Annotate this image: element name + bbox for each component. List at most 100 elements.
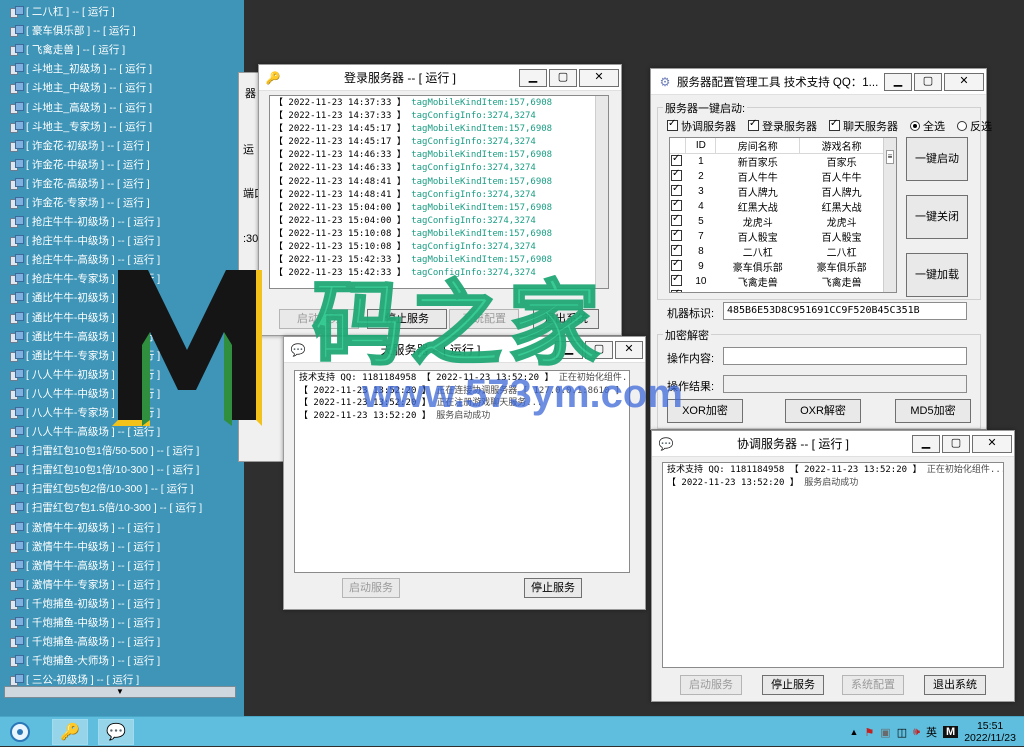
server-list-item[interactable]: [ 通比牛牛-专家场 ] -- [ 运行 ] <box>0 346 244 365</box>
ime-indicator[interactable]: 英 <box>926 724 937 740</box>
chat-server-titlebar[interactable]: 💬 天服务器 -- [ 运行 ] ▁ ▢ ✕ <box>284 337 645 363</box>
xor-encrypt-button[interactable]: XOR加密 <box>667 399 743 423</box>
close-button[interactable]: ✕ <box>579 68 619 87</box>
table-header[interactable]: ID <box>685 138 717 154</box>
start-service-button[interactable]: 启动服务 <box>680 675 742 695</box>
config-tool-titlebar[interactable]: ⚙ 服务器配置管理工具 技术支持 QQ：1... ▁ ▢ ✕ <box>651 69 986 95</box>
server-list-item[interactable]: [ 诈金花-中级场 ] -- [ 运行 ] <box>0 155 244 174</box>
coord-server-checkbox[interactable]: 协调服务器 <box>667 118 736 134</box>
maximize-button[interactable]: ▢ <box>549 68 577 87</box>
exit-system-button[interactable]: 退出系统 <box>533 309 599 329</box>
server-list-item[interactable]: [ 通比牛牛-中级场 ] -- [ 运行 ] <box>0 308 244 327</box>
start-service-button[interactable]: 启动服务 <box>279 309 359 329</box>
server-list-item[interactable]: [ 千炮捕鱼-高级场 ] -- [ 运行 ] <box>0 632 244 651</box>
row-checkbox[interactable] <box>670 273 686 289</box>
server-list-item[interactable]: [ 千炮捕鱼-初级场 ] -- [ 运行 ] <box>0 594 244 613</box>
server-list-item[interactable]: [ 斗地主_初级场 ] -- [ 运行 ] <box>0 59 244 78</box>
table-row[interactable]: 2 百人牛牛 百人牛牛 <box>670 168 884 184</box>
server-list-item[interactable]: [ 激情牛牛-初级场 ] -- [ 运行 ] <box>0 518 244 537</box>
server-list-item[interactable]: [ 通比牛牛-高级场 ] -- [ 运行 ] <box>0 327 244 346</box>
stop-service-button[interactable]: 停止服务 <box>762 675 824 695</box>
system-config-button[interactable]: 系统配置 <box>842 675 904 695</box>
server-list-item[interactable]: [ 八人牛牛-专家场 ] -- [ 运行 ] <box>0 403 244 422</box>
server-list-item[interactable]: [ 八人牛牛-初级场 ] -- [ 运行 ] <box>0 365 244 384</box>
server-list-item[interactable]: [ 扫雷红包7包1.5倍/10-300 ] -- [ 运行 ] <box>0 498 244 517</box>
server-list-item[interactable]: [ 扫雷红包10包1倍/50-500 ] -- [ 运行 ] <box>0 441 244 460</box>
server-list-item[interactable]: [ 抢庄牛牛-初级场 ] -- [ 运行 ] <box>0 212 244 231</box>
machine-id-field[interactable]: 485B6E53D8C951691CC9F520B45C351B <box>723 302 967 320</box>
row-checkbox[interactable] <box>670 213 686 229</box>
server-list-item[interactable]: [ 八人牛牛-高级场 ] -- [ 运行 ] <box>0 422 244 441</box>
table-header[interactable]: 游戏名称 <box>799 138 884 154</box>
table-row[interactable]: 7 百人骰宝 百人骰宝 <box>670 228 884 244</box>
tray-expand-button[interactable]: ▲ <box>850 727 859 737</box>
exit-system-button[interactable]: 退出系统 <box>924 675 986 695</box>
minimize-button[interactable]: ▁ <box>912 434 940 453</box>
server-list-item[interactable]: [ 斗地主_高级场 ] -- [ 运行 ] <box>0 97 244 116</box>
table-row[interactable]: 9 豪车俱乐部 豪车俱乐部 <box>670 258 884 274</box>
server-list-item[interactable]: [ 诈金花-初级场 ] -- [ 运行 ] <box>0 136 244 155</box>
taskbar-app-key[interactable]: 🔑 <box>52 719 88 745</box>
login-server-log[interactable]: 【 2022-11-23 14:37:33 】 tagMobileKindIte… <box>269 95 609 289</box>
server-list-item[interactable]: [ 扫雷红包10包1倍/10-300 ] -- [ 运行 ] <box>0 460 244 479</box>
chat-server-log[interactable]: 技术支持 QQ: 1181184958 【 2022-11-23 13:52:2… <box>294 370 630 573</box>
minimize-button[interactable]: ▁ <box>884 72 912 91</box>
server-list-item[interactable]: [ 诈金花-高级场 ] -- [ 运行 ] <box>0 174 244 193</box>
server-list-item[interactable]: [ 二八杠 ] -- [ 运行 ] <box>0 2 244 21</box>
table-header[interactable]: 房间名称 <box>715 138 801 154</box>
login-server-titlebar[interactable]: 🔑 登录服务器 -- [ 运行 ] ▁ ▢ ✕ <box>259 65 621 91</box>
table-row[interactable]: 10 飞禽走兽 飞禽走兽 <box>670 273 884 289</box>
folder-icon[interactable]: ▣ <box>880 726 890 739</box>
coord-server-log[interactable]: 技术支持 QQ: 1181184958 【 2022-11-23 13:52:2… <box>662 462 1004 668</box>
minimize-button[interactable]: ▁ <box>555 340 583 359</box>
row-checkbox[interactable] <box>670 288 686 292</box>
minimize-button[interactable]: ▁ <box>519 68 547 87</box>
server-list-item[interactable]: [ 飞禽走兽 ] -- [ 运行 ] <box>0 40 244 59</box>
scroll-thumb[interactable]: ≡ <box>886 150 894 164</box>
server-list-item[interactable]: [ 斗地主_专家场 ] -- [ 运行 ] <box>0 117 244 136</box>
close-all-button[interactable]: 一键关闭 <box>906 195 968 239</box>
server-list-item[interactable]: [ 激情牛牛-专家场 ] -- [ 运行 ] <box>0 575 244 594</box>
row-checkbox[interactable] <box>670 168 686 184</box>
maximize-button[interactable]: ▢ <box>585 340 613 359</box>
stop-service-button[interactable]: 停止服务 <box>524 578 582 598</box>
close-button[interactable]: ✕ <box>972 434 1012 453</box>
volume-icon[interactable]: 🕪 <box>913 726 920 739</box>
clock[interactable]: 15:51 2022/11/23 <box>964 720 1016 744</box>
server-list-item[interactable]: [ 激情牛牛-高级场 ] -- [ 运行 ] <box>0 556 244 575</box>
room-list-scrollbar[interactable]: ≡ <box>883 138 896 292</box>
network-icon[interactable]: ◫ <box>897 726 907 739</box>
flag-icon[interactable]: ⚑ <box>864 726 874 739</box>
table-row[interactable]: 1 新百家乐 百家乐 <box>670 153 884 170</box>
list-scroll-down-button[interactable]: ▼ <box>4 686 236 698</box>
invert-select-radio[interactable]: 反选 <box>957 118 992 134</box>
table-row[interactable]: 11斗地主_初级场斗地主 <box>670 288 884 292</box>
table-row[interactable]: 4 红黑大战 红黑大战 <box>670 198 884 214</box>
table-row[interactable]: 8 二八杠 二八杠 <box>670 243 884 259</box>
row-checkbox[interactable] <box>670 183 686 199</box>
select-all-radio[interactable]: 全选 <box>910 118 945 134</box>
stop-service-button[interactable]: 停止服务 <box>367 309 447 329</box>
server-list-item[interactable]: [ 激情牛牛-中级场 ] -- [ 运行 ] <box>0 537 244 556</box>
room-list-table[interactable]: ID房间名称游戏名称 1 新百家乐 百家乐 2 百人牛牛 百人牛牛 3 百人牌九 百人牌九 4 红黑… <box>670 138 884 292</box>
row-checkbox[interactable] <box>670 258 686 274</box>
chat-server-checkbox[interactable]: 聊天服务器 <box>829 118 898 134</box>
login-server-checkbox[interactable]: 登录服务器 <box>748 118 817 134</box>
server-list-item[interactable]: [ 抢庄牛牛-高级场 ] -- [ 运行 ] <box>0 250 244 269</box>
start-service-button[interactable]: 启动服务 <box>342 578 400 598</box>
m-app-icon[interactable]: M <box>943 726 959 738</box>
table-row[interactable]: 3 百人牌九 百人牌九 <box>670 183 884 199</box>
server-list-item[interactable]: [ 千炮捕鱼-大师场 ] -- [ 运行 ] <box>0 651 244 670</box>
row-checkbox[interactable] <box>670 228 686 244</box>
oxr-decrypt-button[interactable]: OXR解密 <box>785 399 861 423</box>
row-checkbox[interactable] <box>670 198 686 214</box>
close-button[interactable]: ✕ <box>944 72 984 91</box>
server-list-item[interactable]: [ 抢庄牛牛-专家场 ] -- [ 运行 ] <box>0 269 244 288</box>
maximize-button[interactable]: ▢ <box>914 72 942 91</box>
server-list-item[interactable]: [ 抢庄牛牛-中级场 ] -- [ 运行 ] <box>0 231 244 250</box>
maximize-button[interactable]: ▢ <box>942 434 970 453</box>
row-checkbox[interactable] <box>670 153 686 170</box>
login-log-scrollbar[interactable] <box>595 96 608 288</box>
md5-encrypt-button[interactable]: MD5加密 <box>895 399 971 423</box>
server-list-item[interactable]: [ 扫雷红包5包2倍/10-300 ] -- [ 运行 ] <box>0 479 244 498</box>
